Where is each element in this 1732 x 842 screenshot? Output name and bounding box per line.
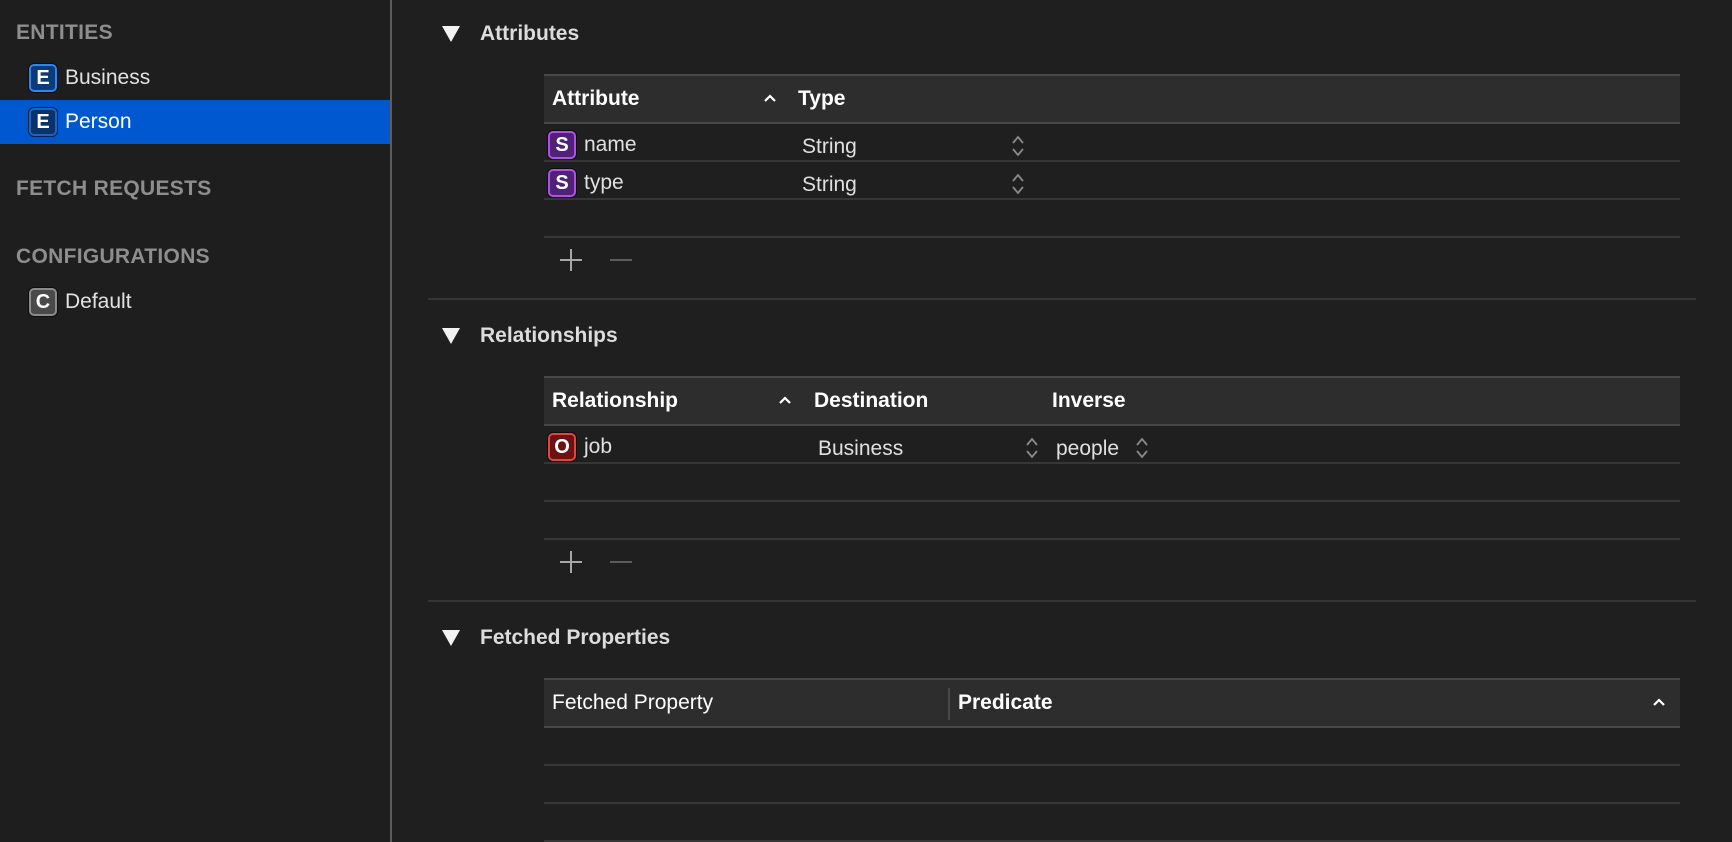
attribute-name[interactable]: type	[584, 171, 624, 195]
remove-attribute-button[interactable]	[608, 247, 634, 273]
sidebar-item-label: Person	[65, 110, 132, 133]
sidebar-item-person[interactable]: E Person	[0, 100, 390, 144]
column-header-attribute[interactable]: Attribute	[552, 76, 640, 122]
column-resize-handle[interactable]	[948, 688, 950, 720]
table-header: Relationship Destination Inverse	[544, 376, 1680, 426]
fetch-requests-group-title: FETCH REQUESTS	[16, 177, 212, 200]
relationships-section-header: Relationships	[442, 324, 618, 348]
configurations-group-title: CONFIGURATIONS	[16, 245, 210, 268]
string-type-icon: S	[548, 169, 576, 197]
attributes-table: Attribute Type S name String S type Stri…	[544, 74, 1680, 264]
attribute-type-value: String	[802, 173, 857, 196]
column-header-inverse[interactable]: Inverse	[1052, 378, 1126, 424]
disclosure-triangle-icon[interactable]	[442, 328, 460, 344]
attribute-name-cell: S name	[548, 127, 637, 163]
inverse-value: people	[1056, 437, 1120, 460]
sidebar-item-business[interactable]: E Business	[0, 56, 390, 100]
section-title: Fetched Properties	[480, 626, 671, 649]
row-separator	[544, 198, 1680, 200]
type-popup-stepper-icon[interactable]	[1011, 171, 1025, 197]
fetched-properties-section-header: Fetched Properties	[442, 626, 670, 650]
table-header: Fetched Property Predicate	[544, 678, 1680, 728]
sort-ascending-icon[interactable]	[1651, 694, 1667, 710]
sidebar: ENTITIES E Business E Person FETCH REQUE…	[0, 0, 390, 842]
row-separator	[544, 538, 1680, 540]
column-header-predicate[interactable]: Predicate	[958, 680, 1053, 726]
remove-relationship-button[interactable]	[608, 549, 634, 575]
relationships-table: Relationship Destination Inverse O job B…	[544, 376, 1680, 541]
inverse-popup-stepper-icon[interactable]	[1135, 435, 1149, 461]
entities-group-title: ENTITIES	[16, 21, 113, 44]
attribute-type-value: String	[802, 135, 857, 158]
sidebar-item-label: Business	[65, 66, 151, 89]
add-relationship-button[interactable]	[558, 549, 584, 575]
relationship-name-cell: O job	[548, 429, 612, 465]
sidebar-item-label: Default	[65, 290, 132, 313]
row-separator	[544, 462, 1680, 464]
disclosure-triangle-icon[interactable]	[442, 630, 460, 646]
destination-popup-stepper-icon[interactable]	[1025, 435, 1039, 461]
destination-value: Business	[818, 437, 904, 460]
attribute-name-cell: S type	[548, 165, 624, 201]
row-separator	[544, 802, 1680, 804]
column-header-destination[interactable]: Destination	[814, 378, 928, 424]
sidebar-splitter[interactable]	[390, 0, 392, 842]
row-separator	[544, 764, 1680, 766]
section-divider	[428, 600, 1696, 602]
table-header: Attribute Type	[544, 74, 1680, 124]
entity-icon: E	[29, 108, 57, 136]
disclosure-triangle-icon[interactable]	[442, 26, 460, 42]
section-title: Relationships	[480, 324, 618, 347]
column-header-fetched-property[interactable]: Fetched Property	[552, 680, 713, 726]
row-separator	[544, 160, 1680, 162]
section-divider	[428, 298, 1696, 300]
sidebar-item-default[interactable]: C Default	[0, 280, 390, 324]
sort-ascending-icon[interactable]	[777, 392, 793, 408]
attribute-name[interactable]: name	[584, 133, 637, 157]
section-title: Attributes	[480, 22, 580, 45]
string-type-icon: S	[548, 131, 576, 159]
row-separator	[544, 500, 1680, 502]
sort-ascending-icon[interactable]	[762, 90, 778, 106]
add-attribute-button[interactable]	[558, 247, 584, 273]
relationship-name[interactable]: job	[584, 435, 612, 459]
column-header-relationship[interactable]: Relationship	[552, 378, 678, 424]
column-header-type[interactable]: Type	[798, 76, 845, 122]
to-one-relationship-icon: O	[548, 433, 576, 461]
attributes-section-header: Attributes	[442, 22, 579, 46]
row-separator	[544, 236, 1680, 238]
configuration-icon: C	[29, 288, 57, 316]
type-popup-stepper-icon[interactable]	[1011, 133, 1025, 159]
entity-icon: E	[29, 64, 57, 92]
fetched-properties-table: Fetched Property Predicate	[544, 678, 1680, 842]
